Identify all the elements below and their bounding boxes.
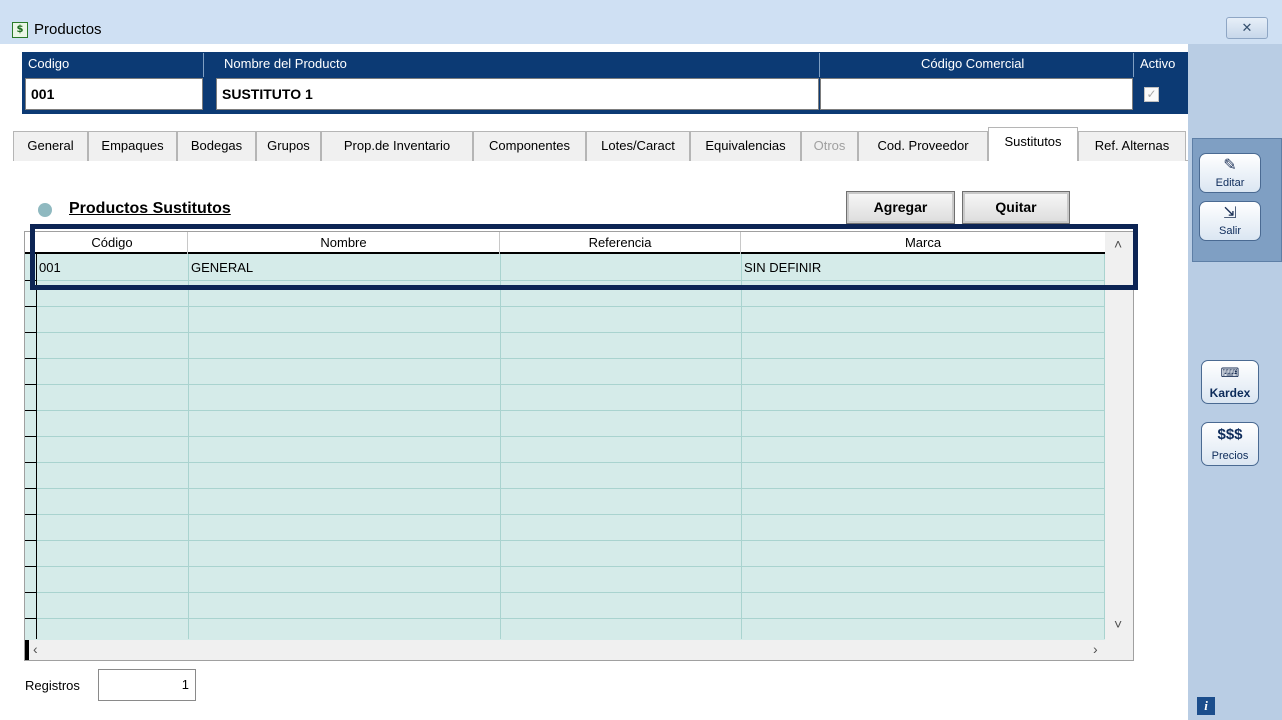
tab-componentes[interactable]: Componentes — [473, 131, 586, 161]
tab-sustitutos[interactable]: Sustitutos — [988, 127, 1078, 161]
precios-symbol: $$$ — [1217, 426, 1243, 443]
tab-grupos[interactable]: Grupos — [256, 131, 321, 161]
product-window: $ Productos ✕ Codigo Nombre del Producto… — [0, 0, 1282, 720]
column-header-nombre[interactable]: Nombre — [188, 232, 500, 254]
scroll-right-icon[interactable]: › — [1093, 641, 1098, 657]
scroll-down-icon[interactable]: ˅ — [1114, 616, 1122, 632]
column-header-marca[interactable]: Marca — [741, 232, 1105, 254]
cell-marca[interactable]: SIN DEFINIR — [744, 257, 821, 279]
scroll-left-icon[interactable]: ‹ — [33, 641, 38, 657]
vertical-scrollbar[interactable]: ˄ ˅ — [1105, 232, 1133, 640]
tab-empaques[interactable]: Empaques — [88, 131, 177, 161]
salir-button[interactable]: ⇲ Salir — [1199, 201, 1261, 241]
nombre-field[interactable]: SUSTITUTO 1 — [216, 78, 819, 110]
editar-button[interactable]: ✎ Editar — [1199, 153, 1261, 193]
codigo-label: Codigo — [28, 56, 70, 71]
kardex-button[interactable]: ⌨ Kardex — [1201, 360, 1259, 404]
precios-label: Precios — [1211, 450, 1249, 462]
activo-label: Activo — [1140, 56, 1176, 71]
cell-codigo[interactable]: 001 — [39, 257, 61, 279]
exit-icon: ⇲ — [1223, 205, 1237, 222]
kardex-label: Kardex — [1209, 386, 1251, 400]
edit-icon: ✎ — [1223, 157, 1237, 174]
salir-label: Salir — [1218, 225, 1241, 237]
column-header-codigo[interactable]: Código — [37, 232, 188, 254]
product-icon: $ — [12, 22, 28, 38]
tab-general[interactable]: General — [13, 131, 88, 161]
row-indicator-column — [25, 254, 37, 639]
sustitutos-grid[interactable]: Código Nombre Referencia Marca 001 GENER… — [24, 231, 1134, 661]
cell-nombre[interactable]: GENERAL — [191, 257, 253, 279]
registros-field: 1 — [98, 669, 196, 701]
sidebar-action-panel: ✎ Editar ⇲ Salir — [1192, 138, 1282, 262]
info-icon[interactable]: i — [1197, 697, 1215, 715]
tab-cod-proveedor[interactable]: Cod. Proveedor — [858, 131, 988, 161]
codigo-field[interactable]: 001 — [25, 78, 203, 110]
registros-label: Registros — [25, 678, 80, 693]
tab-otros: Otros — [801, 131, 858, 161]
tab-lotes-caract[interactable]: Lotes/Caract — [586, 131, 690, 161]
tab-bodegas[interactable]: Bodegas — [177, 131, 256, 161]
window-title: Productos — [34, 21, 102, 38]
scroll-up-icon[interactable]: ˄ — [1114, 236, 1122, 252]
nombre-label: Nombre del Producto — [224, 56, 347, 71]
section-bullet — [38, 203, 52, 217]
quitar-button[interactable]: Quitar — [962, 191, 1070, 224]
tab-prop-inventario[interactable]: Prop.de Inventario — [321, 131, 473, 161]
tab-equivalencias[interactable]: Equivalencias — [690, 131, 801, 161]
right-sidebar: ✎ Editar ⇲ Salir ⌨ Kardex $$$ Precios — [1188, 44, 1282, 720]
keyboard-icon: ⌨ — [1220, 365, 1240, 380]
activo-checkbox[interactable]: ✓ — [1144, 87, 1159, 102]
title-bar: $ Productos ✕ — [0, 0, 1282, 44]
product-header: Codigo Nombre del Producto Código Comerc… — [22, 52, 1188, 114]
section-title: Productos Sustitutos — [69, 200, 231, 217]
close-icon[interactable]: ✕ — [1226, 17, 1268, 39]
grid-header: Código Nombre Referencia Marca — [25, 232, 1105, 254]
precios-button[interactable]: $$$ Precios — [1201, 422, 1259, 466]
tab-ref-alternas[interactable]: Ref. Alternas — [1078, 131, 1186, 161]
editar-label: Editar — [1215, 177, 1245, 189]
agregar-button[interactable]: Agregar — [846, 191, 955, 224]
column-header-referencia[interactable]: Referencia — [500, 232, 741, 254]
horizontal-scrollbar[interactable]: ‹ › — [25, 640, 1133, 660]
codigo-comercial-field[interactable] — [820, 78, 1133, 110]
codigo-comercial-label: Código Comercial — [921, 56, 1025, 71]
